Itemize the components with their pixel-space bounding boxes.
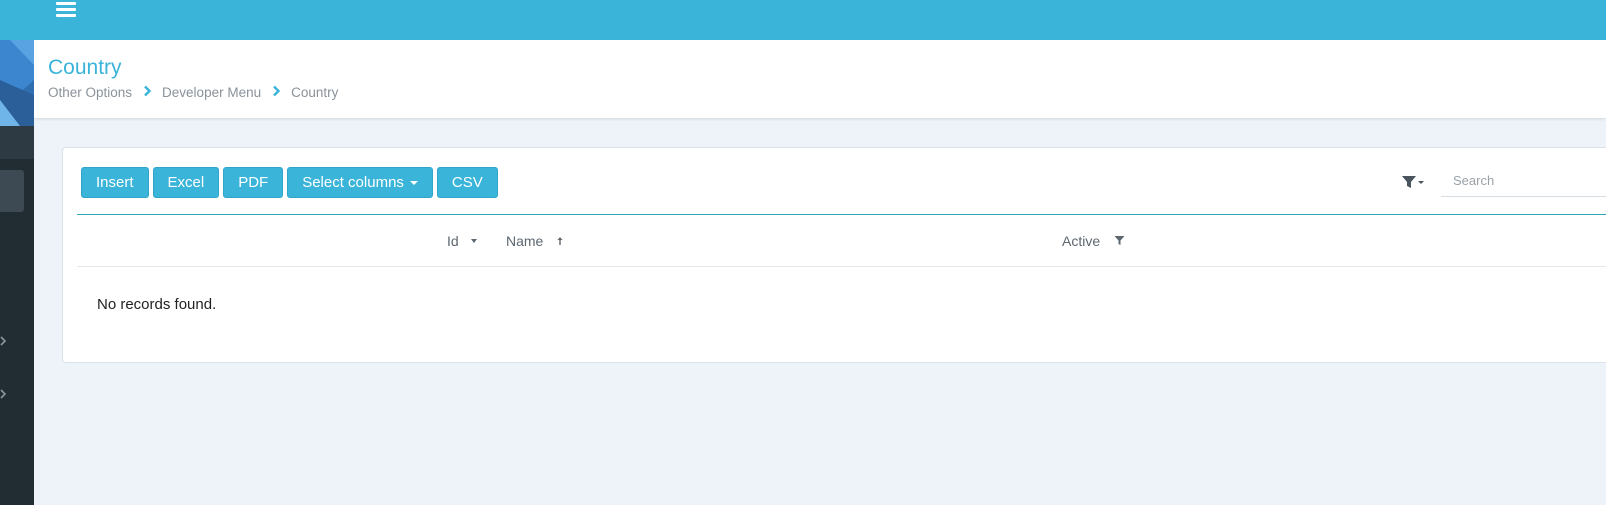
- chevron-right-icon[interactable]: [0, 389, 8, 399]
- column-header-id[interactable]: Id: [447, 215, 477, 266]
- column-header-label: Name: [506, 232, 544, 249]
- page-title: Country: [48, 56, 122, 79]
- search-input[interactable]: [1441, 165, 1606, 197]
- chevron-right-icon: [138, 85, 156, 100]
- page-header: Country Other Options Developer Menu Cou…: [34, 40, 1606, 118]
- sidebar-active-item[interactable]: [0, 170, 24, 212]
- breadcrumb: Other Options Developer Menu Country: [48, 85, 338, 100]
- chevron-right-icon[interactable]: [0, 336, 8, 346]
- sort-desc-icon: [470, 238, 477, 243]
- table-header: Id Name Active: [77, 215, 1606, 267]
- top-bar: [0, 0, 1606, 40]
- sidebar: [0, 40, 34, 505]
- breadcrumb-item[interactable]: Other Options: [48, 85, 132, 100]
- data-table-card: Insert Excel PDF Select columns CSV Id N…: [62, 147, 1606, 363]
- column-header-label: Active: [1062, 232, 1101, 249]
- sort-asc-icon: [557, 236, 563, 245]
- filter-toggle-button[interactable]: [1401, 173, 1425, 191]
- table-toolbar: Insert Excel PDF Select columns CSV: [81, 167, 498, 198]
- excel-export-button[interactable]: Excel: [152, 167, 220, 198]
- select-columns-dropdown[interactable]: Select columns: [287, 167, 433, 198]
- csv-export-button[interactable]: CSV: [436, 167, 498, 198]
- column-header-name[interactable]: Name: [506, 215, 563, 266]
- filter-icon: [1402, 176, 1424, 188]
- filter-icon[interactable]: [1114, 235, 1125, 246]
- select-columns-label: Select columns: [302, 174, 404, 191]
- caret-down-icon: [409, 180, 418, 185]
- hamburger-icon[interactable]: [56, 2, 76, 17]
- column-header-label: Id: [447, 232, 459, 249]
- empty-table-message: No records found.: [97, 296, 217, 313]
- sidebar-logo-art: [0, 40, 34, 126]
- pdf-export-button[interactable]: PDF: [223, 167, 284, 198]
- breadcrumb-item[interactable]: Developer Menu: [162, 85, 261, 100]
- column-header-active[interactable]: Active: [1062, 215, 1125, 266]
- sidebar-band: [0, 126, 34, 159]
- chevron-right-icon: [267, 85, 285, 100]
- insert-button[interactable]: Insert: [81, 167, 149, 198]
- breadcrumb-current: Country: [291, 85, 339, 100]
